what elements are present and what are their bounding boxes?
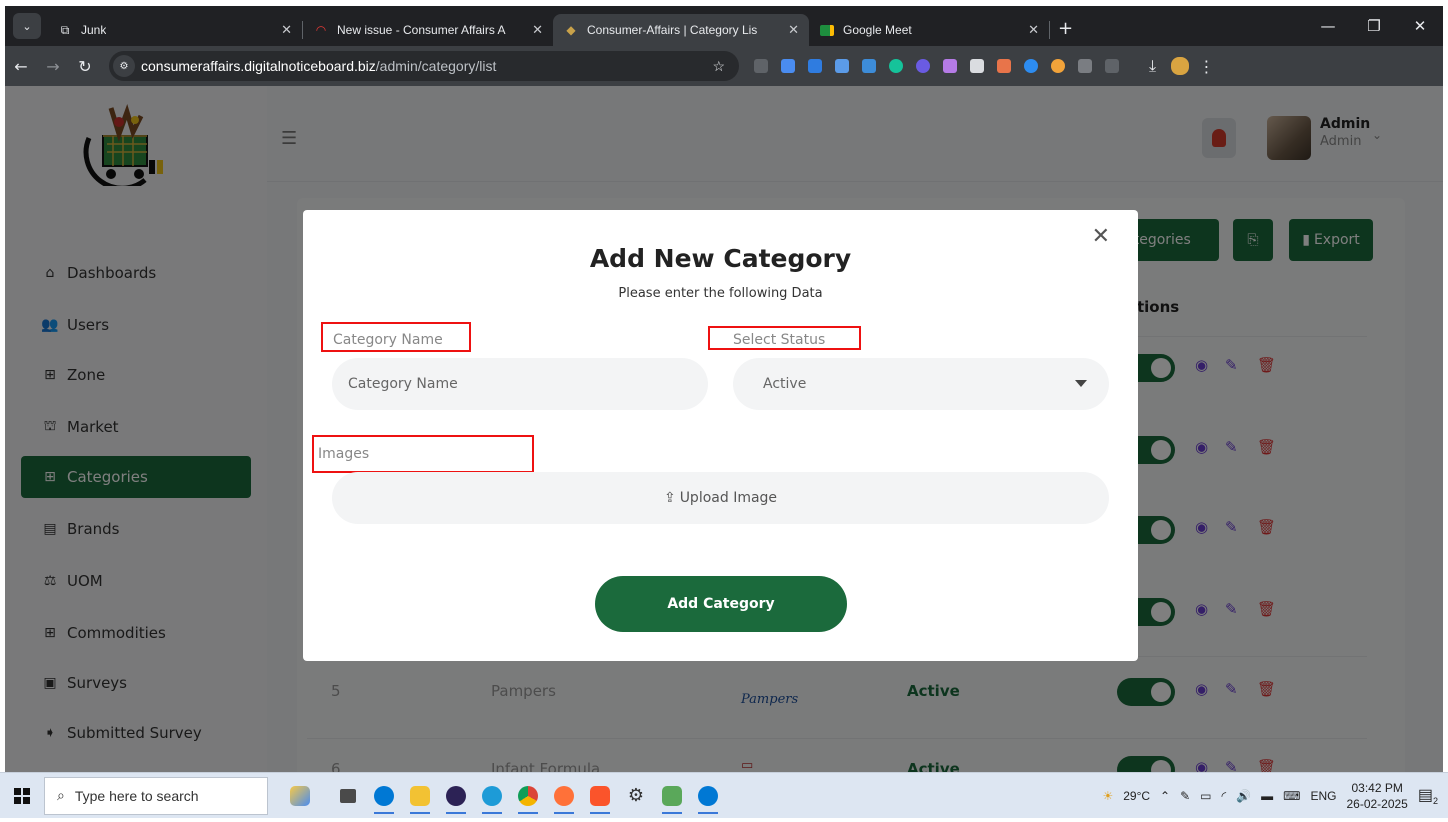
fi-extension-icon[interactable] xyxy=(855,56,882,76)
site-logo-icon: ◆ xyxy=(566,23,576,37)
volume-icon[interactable]: 🔊 xyxy=(1236,789,1251,803)
modal-title: Add New Category xyxy=(589,244,852,273)
settings-gear-icon[interactable]: ⚙ xyxy=(618,776,654,816)
wave-extension-icon[interactable] xyxy=(990,56,1017,76)
clock-date: 26-02-2025 xyxy=(1346,796,1408,811)
close-tab-icon[interactable]: ✕ xyxy=(788,22,799,38)
address-bar[interactable]: ⚙ consumeraffairs.digitalnoticeboard.biz… xyxy=(109,51,739,81)
tab-separator xyxy=(1049,21,1050,39)
forward-icon[interactable]: → xyxy=(37,57,69,76)
ai-extension-icon[interactable] xyxy=(909,56,936,76)
select-status-label: Select Status xyxy=(733,332,826,348)
google-meet-icon xyxy=(819,22,835,38)
close-window-icon[interactable]: ✕ xyxy=(1397,6,1443,46)
wifi-icon[interactable]: ◜ xyxy=(1222,789,1227,803)
browser-toolbar: ← → ↻ ⚙ consumeraffairs.digitalnoticeboa… xyxy=(5,46,1443,86)
chevron-up-icon[interactable]: ⌃ xyxy=(1160,789,1170,803)
add-category-modal: ✕ Add New Category Please enter the foll… xyxy=(303,210,1138,661)
pen-extension-icon[interactable] xyxy=(936,56,963,76)
chrome-icon[interactable] xyxy=(510,776,546,816)
browser-tab-category-list[interactable]: ◆ Consumer-Affairs | Category Lis ✕ xyxy=(553,14,809,46)
back-icon[interactable]: ← xyxy=(5,57,37,76)
firefox-icon[interactable] xyxy=(546,776,582,816)
close-tab-icon[interactable]: ✕ xyxy=(532,22,543,38)
taskbar-search-placeholder: Type here to search xyxy=(74,787,199,804)
crx-extension-icon[interactable] xyxy=(1071,56,1098,76)
skype-business-icon[interactable] xyxy=(690,776,726,816)
category-name-input[interactable] xyxy=(332,358,708,410)
display-icon[interactable]: ▭ xyxy=(1200,789,1211,803)
download-icon[interactable]: ⤓ xyxy=(1139,56,1166,76)
grammarly-extension-icon[interactable] xyxy=(882,56,909,76)
brave-icon[interactable] xyxy=(582,776,618,816)
site-info-icon[interactable]: ⚙ xyxy=(113,55,135,77)
window-controls: — ❐ ✕ xyxy=(1305,6,1443,46)
reload-icon[interactable]: ↻ xyxy=(69,57,101,76)
status-select-value: Active xyxy=(763,376,807,392)
notification-center-icon[interactable]: ▤2 xyxy=(1418,785,1438,806)
windows-logo xyxy=(14,787,30,804)
file-explorer-icon[interactable] xyxy=(402,776,438,816)
screen-extension-icon[interactable] xyxy=(801,56,828,76)
windows-start-icon[interactable] xyxy=(0,787,44,804)
weather-temperature[interactable]: 29°C xyxy=(1123,789,1150,803)
bookmark-star-icon[interactable]: ☆ xyxy=(712,58,725,75)
taskbar-search-box[interactable]: ⌕ Type here to search xyxy=(44,776,268,815)
url-path: /admin/category/list xyxy=(375,58,497,74)
eclipse-icon[interactable] xyxy=(438,776,474,816)
browser-tab-strip: ⌄ ⧉ Junk ✕ ◠ New issue - Consumer Affair… xyxy=(5,6,1443,46)
task-manager-icon[interactable] xyxy=(654,776,690,816)
upload-image-button[interactable]: ⇪ Upload Image xyxy=(332,472,1109,524)
system-tray: ☀ 29°C ⌃ ✎ ▭ ◜ 🔊 ▬ ⌨ ENG 03:42 PM 26-02-… xyxy=(1102,780,1448,812)
minimize-icon[interactable]: — xyxy=(1305,6,1351,46)
screen-frame: ⌄ ⧉ Junk ✕ ◠ New issue - Consumer Affair… xyxy=(5,6,1443,778)
chrome-menu-icon[interactable]: ⋮ xyxy=(1193,56,1220,76)
extensions-toolbar: ⤓ ⋮ xyxy=(747,56,1220,76)
task-view-icon[interactable] xyxy=(330,776,366,816)
upload-icon: ⇪ xyxy=(663,490,676,506)
images-label: Images xyxy=(318,446,370,462)
windows-taskbar: ⌕ Type here to search ⚙ ☀ 29°C ⌃ ✎ ▭ ◜ 🔊… xyxy=(0,772,1448,818)
add-category-button[interactable]: Add Category xyxy=(595,576,847,632)
battery-icon[interactable]: ▬ xyxy=(1261,789,1273,803)
browser-tab-junk[interactable]: ⧉ Junk ✕ xyxy=(47,14,302,46)
cursor-extension-icon[interactable] xyxy=(963,56,990,76)
new-tab-button[interactable]: + xyxy=(1058,18,1073,39)
category-name-label: Category Name xyxy=(333,332,443,348)
skype-icon[interactable] xyxy=(366,776,402,816)
status-select[interactable]: Active xyxy=(733,358,1109,410)
close-tab-icon[interactable]: ✕ xyxy=(281,22,292,38)
weather-icon[interactable]: ☀ xyxy=(1102,789,1113,803)
close-tab-icon[interactable]: ✕ xyxy=(1028,22,1039,38)
junk-folder-icon: ⧉ xyxy=(60,22,70,37)
cookie-extension-icon[interactable] xyxy=(1044,56,1071,76)
ring-extension-icon[interactable] xyxy=(1017,56,1044,76)
translate-extension-icon[interactable] xyxy=(774,56,801,76)
notification-count: 2 xyxy=(1432,796,1438,807)
clock[interactable]: 03:42 PM 26-02-2025 xyxy=(1346,780,1407,812)
capture-extension-icon[interactable] xyxy=(828,56,855,76)
clock-time: 03:42 PM xyxy=(1351,780,1403,795)
pen-icon[interactable]: ✎ xyxy=(1180,789,1190,803)
puzzle-extensions-icon[interactable] xyxy=(1098,56,1125,76)
language-indicator[interactable]: ENG xyxy=(1310,789,1336,803)
tab-search-button[interactable]: ⌄ xyxy=(13,13,41,39)
keyboard-icon[interactable]: ⌨ xyxy=(1283,789,1300,803)
modal-subtitle: Please enter the following Data xyxy=(618,286,823,301)
profile-avatar-icon[interactable] xyxy=(1166,56,1193,76)
restore-icon[interactable]: ❐ xyxy=(1351,6,1397,46)
url-host: consumeraffairs.digitalnoticeboard.biz xyxy=(141,58,376,74)
issue-tracker-icon: ◠ xyxy=(315,23,327,37)
browser-tab-google-meet[interactable]: Google Meet ✕ xyxy=(809,14,1049,46)
sigma-extension-icon[interactable] xyxy=(747,56,774,76)
search-icon: ⌕ xyxy=(57,787,65,803)
edge-icon[interactable] xyxy=(474,776,510,816)
upload-image-label: Upload Image xyxy=(679,490,778,506)
browser-tab-new-issue[interactable]: ◠ New issue - Consumer Affairs A ✕ xyxy=(303,14,553,46)
copilot-icon[interactable] xyxy=(282,776,318,816)
caret-down-icon xyxy=(1075,380,1087,387)
